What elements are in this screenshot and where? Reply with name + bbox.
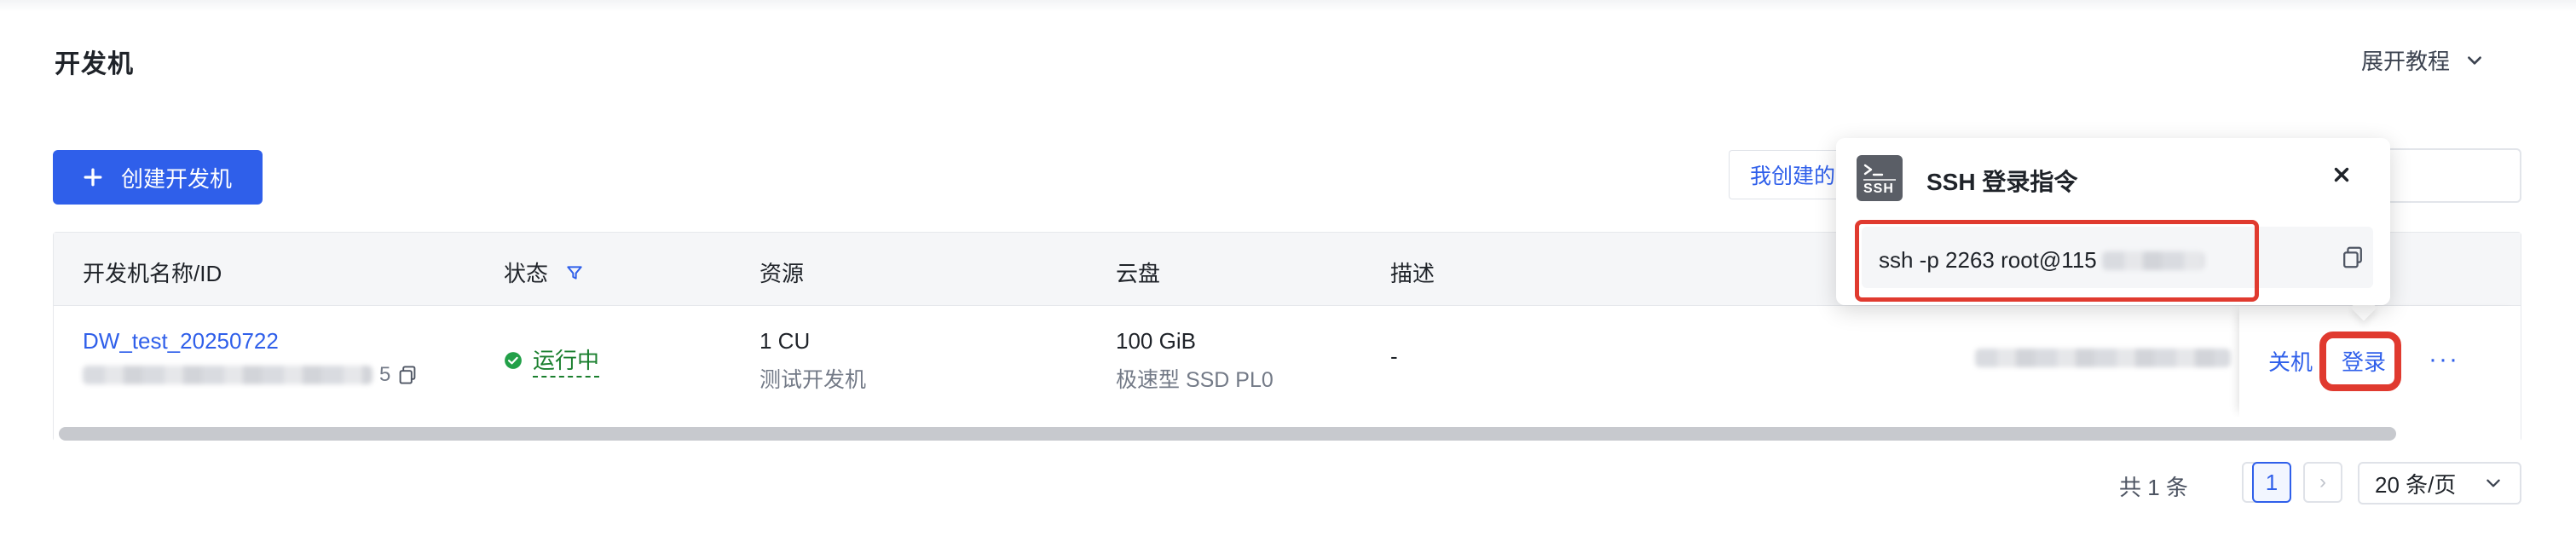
resource-desc: 测试开发机	[760, 368, 867, 392]
top-shadow	[0, 0, 2576, 12]
column-header-status: 状态	[504, 257, 584, 288]
close-icon[interactable]	[2331, 164, 2353, 186]
shutdown-link[interactable]: 关机	[2268, 345, 2313, 377]
command-highlight-box	[1855, 220, 2259, 302]
horizontal-scrollbar[interactable]	[54, 417, 2521, 442]
page-title: 开发机	[55, 50, 134, 78]
status-badge: 运行中	[504, 343, 600, 378]
page-size-select[interactable]: 20 条/页	[2358, 462, 2521, 505]
blurred-id	[83, 366, 373, 384]
filter-icon[interactable]	[565, 263, 584, 282]
disk-cell: 100 GiB 极速型 SSD PL0	[1116, 328, 1274, 394]
next-page-button[interactable]: ›	[2303, 462, 2342, 503]
column-header-resource: 资源	[760, 257, 804, 288]
name-id-cell: DW_test_20250722 5	[83, 328, 418, 387]
page-1-button[interactable]: 1	[2252, 462, 2291, 503]
ssh-login-popover: SSH SSH 登录指令 ssh -p 2263 root@115	[1836, 138, 2390, 305]
column-header-resource-label: 资源	[760, 261, 805, 286]
ssh-icon-label: SSH	[1863, 182, 1894, 196]
plus-icon	[84, 168, 102, 187]
check-circle-icon	[505, 352, 522, 369]
create-dev-machine-button[interactable]: 创建开发机	[53, 150, 263, 205]
dev-machine-name-link[interactable]: DW_test_20250722	[83, 328, 418, 355]
filter-tab-label: 我创建的	[1750, 164, 1836, 188]
popover-title: SSH 登录指令	[1926, 169, 2078, 195]
resource-cell: 1 CU 测试开发机	[760, 328, 866, 394]
column-header-description: 描述	[1390, 257, 1435, 288]
blurred-cell	[1975, 347, 2231, 373]
column-header-status-label: 状态	[504, 261, 549, 286]
table-row: DW_test_20250722 5 运行中 1 CU 测试开发机 100 Gi…	[54, 306, 2521, 417]
column-header-disk-label: 云盘	[1116, 261, 1161, 286]
resource-value: 1 CU	[760, 328, 811, 354]
login-highlight-box	[2319, 332, 2401, 391]
disk-type: 极速型 SSD PL0	[1116, 368, 1274, 392]
status-label: 运行中	[533, 343, 600, 378]
chevron-right-icon: ›	[2319, 470, 2326, 493]
tutorial-toggle-label: 展开教程	[2361, 49, 2451, 74]
id-line: 5	[83, 363, 418, 387]
filter-tab-my-created[interactable]: 我创建的	[1729, 150, 1848, 199]
status-cell: 运行中	[504, 343, 600, 378]
column-header-name-label: 开发机名称/ID	[83, 261, 222, 286]
page-number: 1	[2265, 469, 2279, 495]
create-button-label: 创建开发机	[120, 165, 232, 192]
more-actions-button[interactable]: ···	[2429, 345, 2459, 374]
column-header-name: 开发机名称/ID	[83, 257, 222, 288]
id-suffix: 5	[379, 363, 391, 386]
description-cell: -	[1390, 343, 1398, 369]
copy-id-icon[interactable]	[397, 365, 418, 385]
blurred-value	[1975, 349, 2231, 367]
tutorial-toggle[interactable]: 展开教程	[2361, 44, 2484, 76]
chevron-down-icon	[2468, 55, 2481, 65]
actions-cell: 关机 登录 ···	[2239, 306, 2521, 417]
scrollbar-thumb[interactable]	[59, 427, 2396, 441]
disk-size: 100 GiB	[1116, 328, 1196, 354]
chevron-down-icon	[2486, 479, 2500, 487]
copy-icon[interactable]	[2341, 245, 2365, 269]
page-size-value: 20 条/页	[2375, 471, 2457, 498]
pagination-total: 共 1 条	[2119, 475, 2188, 500]
column-header-disk: 云盘	[1116, 257, 1160, 288]
column-header-description-label: 描述	[1390, 261, 1435, 286]
ssh-terminal-icon: SSH	[1857, 155, 1903, 201]
